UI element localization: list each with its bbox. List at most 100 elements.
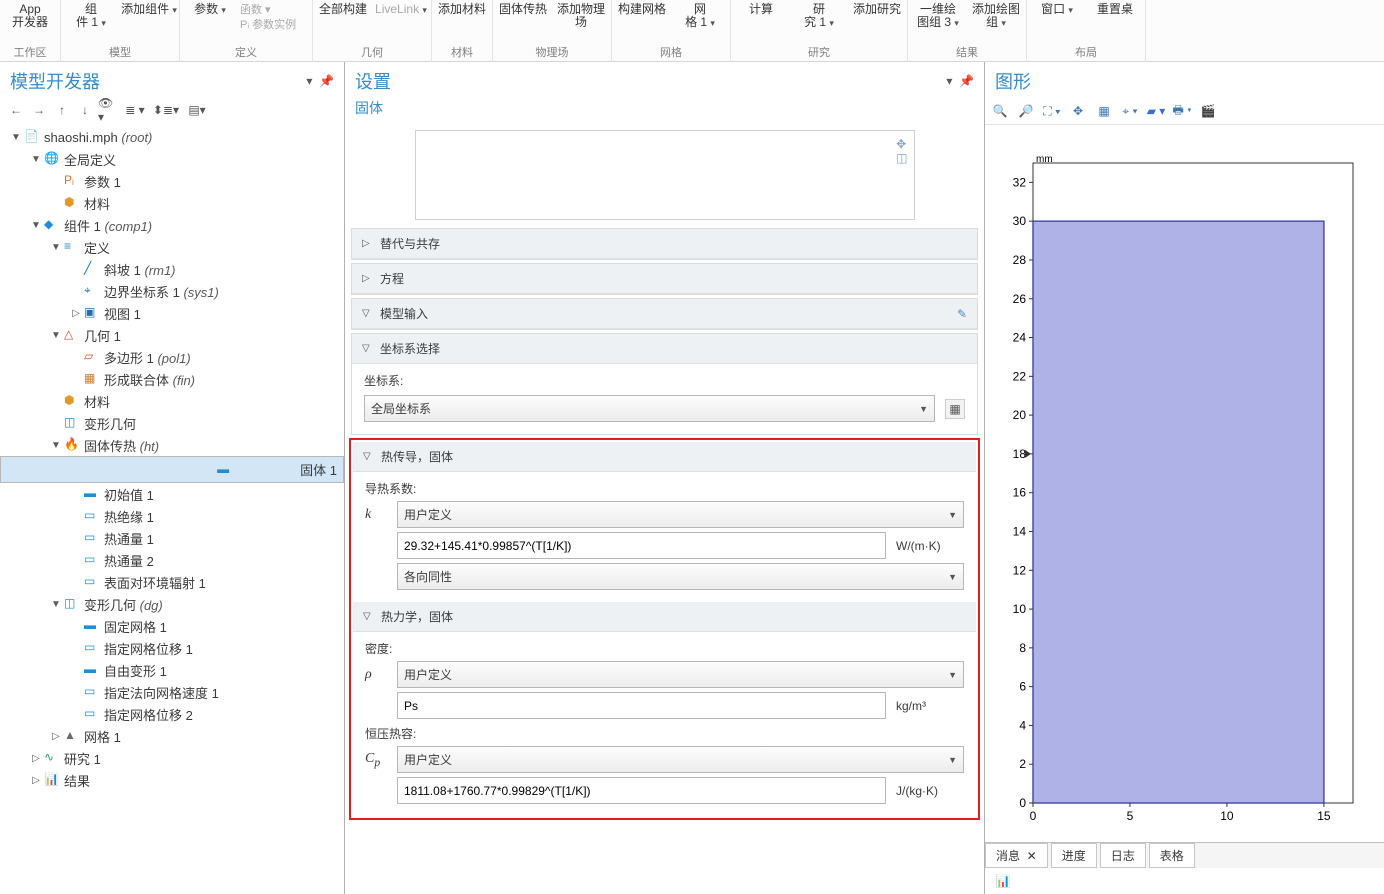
section-thermodynamics[interactable]: ▽热力学，固体 bbox=[353, 602, 976, 632]
settings-subtitle: 固体 bbox=[345, 98, 984, 124]
section-conduction[interactable]: ▽热传导，固体 bbox=[353, 442, 976, 472]
tree-item[interactable]: ╱斜坡 1 (rm1) bbox=[0, 258, 344, 280]
tree-item[interactable]: ▼≡定义 bbox=[0, 236, 344, 258]
tree-item[interactable]: ▼◆组件 1 (comp1) bbox=[0, 214, 344, 236]
k-iso-select[interactable]: 各向同性▼ bbox=[397, 563, 964, 590]
tree-item[interactable]: ▷📊结果 bbox=[0, 769, 344, 791]
coord-frame-button[interactable]: ▦ bbox=[945, 399, 965, 419]
ribbon-item[interactable]: 添加研究 bbox=[849, 1, 905, 30]
svg-text:12: 12 bbox=[1013, 563, 1027, 577]
ribbon-group-label: 定义 bbox=[235, 44, 257, 60]
plot-canvas[interactable]: 02468101214161820222426283032051015mm bbox=[993, 153, 1373, 883]
tree-fwd-button[interactable]: → bbox=[29, 100, 49, 120]
selection-preview: ✥ ◫ bbox=[415, 130, 915, 220]
tree-item[interactable]: Pᵢ参数 1 bbox=[0, 170, 344, 192]
tree-item[interactable]: ▭热通量 1 bbox=[0, 527, 344, 549]
rho-expr-input[interactable] bbox=[397, 692, 886, 719]
panel-menu[interactable]: ▾ 📌 bbox=[946, 74, 974, 88]
ribbon-item[interactable]: 研究 1 ▾ bbox=[791, 1, 847, 30]
ribbon-item[interactable]: 添加材料 bbox=[434, 1, 490, 16]
tree-item[interactable]: ▭热绝缘 1 bbox=[0, 505, 344, 527]
tree-item[interactable]: ▭指定网格位移 2 bbox=[0, 703, 344, 725]
tree-eye-button[interactable]: 👁 ▾ bbox=[98, 100, 118, 120]
tree-item[interactable]: ▬初始值 1 bbox=[0, 483, 344, 505]
ribbon-item[interactable]: 添加物理场 bbox=[553, 1, 609, 29]
svg-text:mm: mm bbox=[1036, 154, 1053, 165]
tree-item[interactable]: ⬢材料 bbox=[0, 192, 344, 214]
tree-item[interactable]: ▷∿研究 1 bbox=[0, 747, 344, 769]
k-source-select[interactable]: 用户定义▼ bbox=[397, 501, 964, 528]
screenshot-icon[interactable]: 🖶 ▾ bbox=[1172, 101, 1192, 121]
ribbon-item[interactable]: 参数 ▾ bbox=[182, 1, 238, 33]
tree-item[interactable]: ▬固定网格 1 bbox=[0, 615, 344, 637]
tree-item[interactable]: ⌖边界坐标系 1 (sys1) bbox=[0, 280, 344, 302]
tree-item[interactable]: ▭热通量 2 bbox=[0, 549, 344, 571]
svg-text:10: 10 bbox=[1013, 602, 1027, 616]
tree-layout-button[interactable]: ≣ ▾ bbox=[121, 100, 149, 120]
cp-expr-input[interactable] bbox=[397, 777, 886, 804]
coord-select[interactable]: 全局坐标系▼ bbox=[364, 395, 935, 422]
tree-up-button[interactable]: ↑ bbox=[52, 100, 72, 120]
tree-sort-button[interactable]: ⬍≣▾ bbox=[152, 100, 180, 120]
tree-item[interactable]: ▼◫变形几何 (dg) bbox=[0, 593, 344, 615]
ribbon-item[interactable]: 添加绘图组 ▾ bbox=[968, 1, 1024, 30]
tree-item[interactable]: ▬自由变形 1 bbox=[0, 659, 344, 681]
k-expr-input[interactable] bbox=[397, 532, 886, 559]
svg-text:32: 32 bbox=[1013, 175, 1027, 189]
tree-item[interactable]: ▷▣视图 1 bbox=[0, 302, 344, 324]
axes-icon[interactable]: ⌖ ▾ bbox=[1120, 101, 1140, 121]
ribbon-item[interactable]: 组件 1 ▾ bbox=[63, 1, 119, 30]
panel-menu[interactable]: ▾ 📌 bbox=[306, 74, 334, 88]
zoom-in-icon[interactable]: 🔍 bbox=[990, 101, 1010, 121]
svg-text:0: 0 bbox=[1030, 809, 1037, 823]
svg-text:26: 26 bbox=[1013, 292, 1027, 306]
ribbon-item[interactable]: 网格 1 ▾ bbox=[672, 1, 728, 30]
fill-icon[interactable]: ▰ ▾ bbox=[1146, 101, 1166, 121]
tree-item[interactable]: ▦形成联合体 (fin) bbox=[0, 368, 344, 390]
section-model-input[interactable]: ▽模型输入✎ bbox=[352, 299, 977, 329]
ribbon-group-label: 网格 bbox=[660, 44, 682, 60]
ribbon-item[interactable]: 函数 ▾Pᵢ 参数实例 bbox=[240, 1, 310, 33]
section-substitutes[interactable]: ▷替代与共存 bbox=[352, 229, 977, 259]
pan-icon[interactable]: ▦ bbox=[1094, 101, 1114, 121]
graphics-panel-title: 图形 bbox=[995, 68, 1031, 94]
ribbon-group-label: 研究 bbox=[808, 44, 830, 60]
ribbon-item[interactable]: 计算 bbox=[733, 1, 789, 30]
tree-down-button[interactable]: ↓ bbox=[75, 100, 95, 120]
tree-item[interactable]: ▭指定法向网格速度 1 bbox=[0, 681, 344, 703]
ribbon-item[interactable]: 构建网格 bbox=[614, 1, 670, 30]
ribbon-item[interactable]: LiveLink ▾ bbox=[373, 1, 429, 17]
video-icon[interactable]: 🎬 bbox=[1198, 101, 1218, 121]
ribbon-item[interactable]: App开发器 bbox=[2, 1, 58, 29]
zoom-extents-icon[interactable]: ✥ bbox=[1068, 101, 1088, 121]
tree-item[interactable]: ▼△几何 1 bbox=[0, 324, 344, 346]
ribbon-item[interactable]: 窗口 ▾ bbox=[1029, 1, 1085, 17]
ribbon-item[interactable]: 添加组件 ▾ bbox=[121, 1, 177, 30]
ribbon-item[interactable]: 全部构建 bbox=[315, 1, 371, 17]
auto-select-icon[interactable]: ◫ bbox=[896, 151, 907, 165]
rho-source-select[interactable]: 用户定义▼ bbox=[397, 661, 964, 688]
tree-back-button[interactable]: ← bbox=[6, 100, 26, 120]
edit-link-icon[interactable]: ✎ bbox=[957, 307, 967, 321]
zoom-out-icon[interactable]: 🔎 bbox=[1016, 101, 1036, 121]
tree-item[interactable]: ▷▲网格 1 bbox=[0, 725, 344, 747]
tree-item[interactable]: ▱多边形 1 (pol1) bbox=[0, 346, 344, 368]
tree-item[interactable]: ▼🌐全局定义 bbox=[0, 148, 344, 170]
cp-unit: J/(kg·K) bbox=[896, 784, 964, 798]
ribbon-item[interactable]: 固体传热 bbox=[495, 1, 551, 29]
tree-item[interactable]: ◫变形几何 bbox=[0, 412, 344, 434]
tree-item[interactable]: ▬固体 1 bbox=[0, 456, 344, 483]
zoom-box-icon[interactable]: ⛶ ▾ bbox=[1042, 101, 1062, 121]
tree-item[interactable]: ▭表面对环境辐射 1 bbox=[0, 571, 344, 593]
tree-list-button[interactable]: ▤▾ bbox=[183, 100, 211, 120]
section-equations[interactable]: ▷方程 bbox=[352, 264, 977, 294]
tree-item[interactable]: ▭指定网格位移 1 bbox=[0, 637, 344, 659]
cp-source-select[interactable]: 用户定义▼ bbox=[397, 746, 964, 773]
tree-item[interactable]: ▼🔥固体传热 (ht) bbox=[0, 434, 344, 456]
ribbon-item[interactable]: 一维绘图组 3 ▾ bbox=[910, 1, 966, 30]
tree-item[interactable]: ▼📄shaoshi.mph (root) bbox=[0, 126, 344, 148]
section-coord-sys[interactable]: ▽坐标系选择 bbox=[352, 334, 977, 364]
tree-item[interactable]: ⬢材料 bbox=[0, 390, 344, 412]
ribbon-item[interactable]: 重置桌 bbox=[1087, 1, 1143, 17]
domain-select-icon[interactable]: ✥ bbox=[896, 137, 906, 151]
